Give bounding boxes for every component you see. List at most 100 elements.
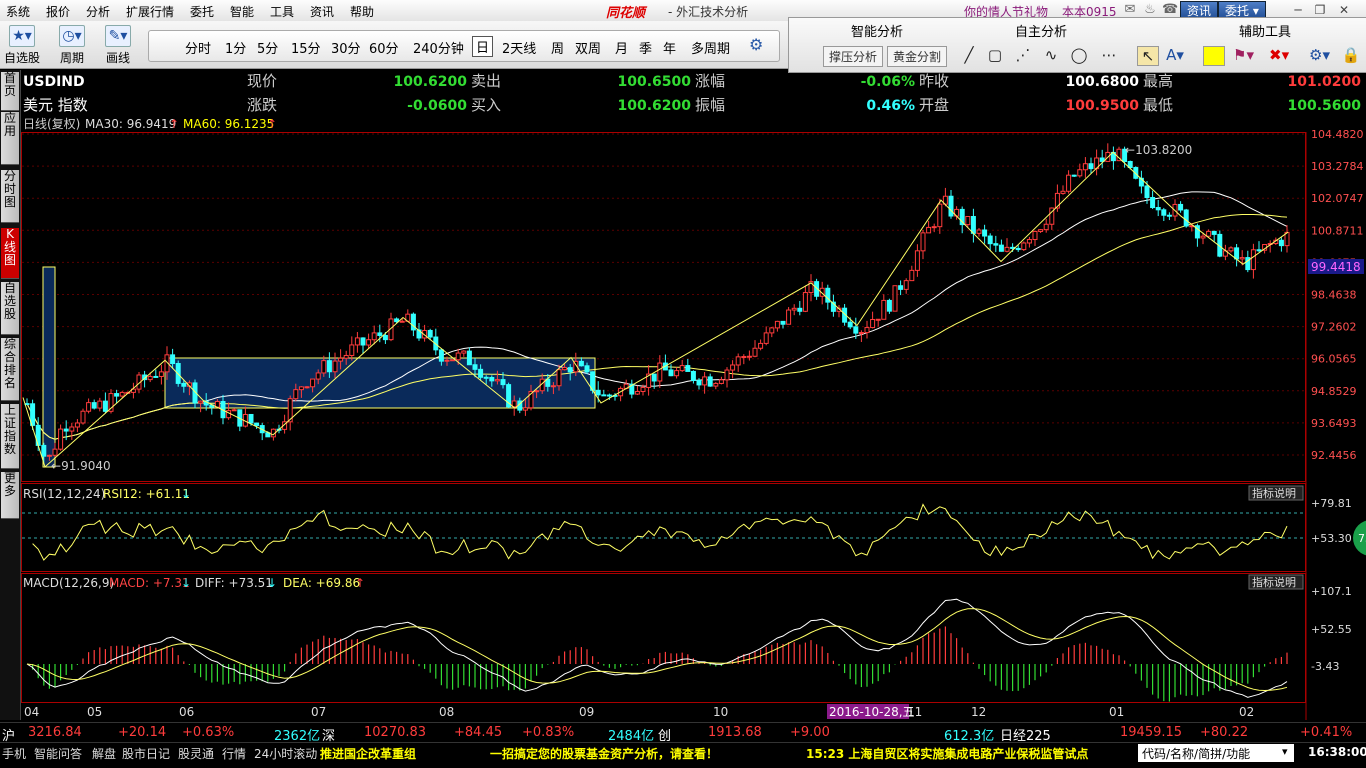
shirt-icon[interactable]: ♨ [1142, 2, 1158, 18]
candle-body [181, 382, 187, 387]
candle-body [758, 342, 764, 349]
chart-area[interactable]: USDIND 美元 指数 现价 100.6200 卖出 100.6500 涨幅 … [21, 70, 1366, 720]
candle-body [696, 379, 702, 386]
low-annotation: ←91.9040 [51, 459, 111, 473]
period-button[interactable]: ◷▾ 周期 [52, 25, 92, 66]
kline-chart[interactable]: USDIND 美元 指数 现价 100.6200 卖出 100.6500 涨幅 … [21, 70, 1366, 720]
period-week[interactable]: 周 [551, 38, 564, 57]
tab-kline[interactable]: K线图 [1, 228, 19, 279]
search-dropdown-icon[interactable]: ▾ [1282, 745, 1288, 758]
rsi-label: RSI(12,12,24) [23, 487, 105, 501]
candle-body [1239, 257, 1245, 260]
gift-icon[interactable]: ✉ [1122, 2, 1138, 18]
menu-smart[interactable]: 智能 [230, 3, 254, 20]
rolling-news-link[interactable]: 24小时滚动 [254, 745, 317, 762]
tab-ranking[interactable]: 综合排名 [1, 338, 19, 401]
menu-help[interactable]: 帮助 [350, 3, 374, 20]
bookmark-icon[interactable]: ⚑▾ [1233, 46, 1254, 64]
wave-tool-icon[interactable]: ∿ [1041, 46, 1061, 64]
more-tools-icon[interactable]: ⋯ [1099, 46, 1119, 64]
candle-body [321, 360, 327, 374]
settings-icon[interactable]: ⚙▾ [1309, 46, 1330, 64]
bottom-bar: 手机 智能问答 解盘 股市日记 股灵通 行情 24小时滚动 推进国企改革重组 一… [0, 742, 1366, 768]
circle-tool-icon[interactable]: ◯ [1069, 46, 1089, 64]
y-tick-label: 92.4456 [1311, 449, 1357, 462]
value-prev: 100.6800 [1065, 74, 1139, 90]
aux-tools-title[interactable]: 辅助工具 [1239, 21, 1291, 40]
candle-body [774, 320, 780, 329]
candle-body [1026, 239, 1032, 244]
period-timeshare[interactable]: 分时 [185, 38, 211, 57]
news-headline-1[interactable]: 推进国企改革重组 [320, 745, 416, 762]
channel-tool-icon[interactable]: ⋰ [1013, 46, 1033, 64]
smart-qa-link[interactable]: 智能问答 [34, 745, 82, 762]
left-sidebar: 首页 应用 分时图 K线图 自选股 综合排名 上证指数 更多 [0, 70, 21, 720]
cy-value[interactable]: 1913.68 [708, 725, 762, 740]
period-240m[interactable]: 240分钟 [413, 38, 464, 57]
delete-icon[interactable]: ✖▾ [1269, 46, 1289, 64]
text-tool-icon[interactable]: A▾ [1165, 46, 1185, 64]
menu-system[interactable]: 系统 [6, 3, 30, 20]
smart-analysis-title[interactable]: 智能分析 [851, 21, 903, 40]
color-swatch[interactable] [1203, 46, 1225, 66]
candle-body [427, 329, 433, 338]
period-30m[interactable]: 30分 [331, 38, 361, 57]
news-headline-3[interactable]: 15:23 上海自贸区将实施集成电路产业保税监管试点 [806, 745, 1088, 762]
tab-sh-index[interactable]: 上证指数 [1, 404, 19, 469]
sz-value[interactable]: 10270.83 [364, 725, 426, 740]
gear-icon[interactable]: ⚙ [749, 35, 763, 54]
close-icon[interactable]: ✕ [1336, 2, 1352, 18]
period-2day[interactable]: 2天线 [502, 38, 536, 57]
tab-more[interactable]: 更多 [1, 472, 19, 519]
stock-link[interactable]: 股灵通 [178, 745, 214, 762]
period-year[interactable]: 年 [663, 38, 676, 57]
lock-icon[interactable]: 🔒 [1341, 46, 1361, 64]
period-multi[interactable]: 多周期 [691, 38, 730, 57]
y-tick-label: 97.2602 [1311, 321, 1357, 334]
candle-body [1206, 230, 1212, 237]
rj-value[interactable]: 19459.15 [1120, 725, 1182, 740]
rect-tool-icon[interactable]: ▢ [985, 46, 1005, 64]
candle-body [338, 357, 344, 362]
minimize-icon[interactable]: ─ [1290, 2, 1306, 18]
support-resistance-button[interactable]: 撑压分析 [823, 46, 884, 67]
draw-button[interactable]: ✎▾ 画线 [98, 25, 138, 66]
candle-body [657, 362, 663, 382]
tab-home[interactable]: 首页 [1, 72, 19, 111]
diary-link[interactable]: 股市日记 [122, 745, 170, 762]
period-quarter[interactable]: 季 [639, 38, 652, 57]
self-analysis-title[interactable]: 自主分析 [1015, 21, 1067, 40]
analysis-link[interactable]: 解盘 [92, 745, 116, 762]
menu-trade[interactable]: 委托 [190, 3, 214, 20]
period-5m[interactable]: 5分 [257, 38, 278, 57]
golden-section-button[interactable]: 黄金分割 [887, 46, 948, 67]
self-select-button[interactable]: ★▾ 自选股 [2, 25, 42, 66]
candle-body [354, 337, 360, 346]
menu-ext-quote[interactable]: 扩展行情 [126, 3, 174, 20]
cursor-tool-icon[interactable]: ↖ [1137, 46, 1159, 66]
menu-quote[interactable]: 报价 [46, 3, 70, 20]
period-60m[interactable]: 60分 [369, 38, 399, 57]
tab-self-select[interactable]: 自选股 [1, 282, 19, 335]
menu-news[interactable]: 资讯 [310, 3, 334, 20]
period-month[interactable]: 月 [615, 38, 628, 57]
period-day[interactable]: 日 [472, 36, 494, 57]
menu-analysis[interactable]: 分析 [86, 3, 110, 20]
candle-body [634, 391, 640, 395]
chat-icon[interactable]: ☎ [1162, 2, 1178, 18]
news-headline-2[interactable]: 一招搞定您的股票基金资产分析，请查看！ [490, 745, 718, 762]
menu-tools[interactable]: 工具 [270, 3, 294, 20]
line-tool-icon[interactable]: ╱ [959, 46, 979, 64]
period-15m[interactable]: 15分 [291, 38, 321, 57]
tab-apps[interactable]: 应用 [1, 112, 19, 165]
mobile-link[interactable]: 手机 [2, 745, 26, 762]
period-1m[interactable]: 1分 [225, 38, 246, 57]
tab-timeshare[interactable]: 分时图 [1, 170, 19, 223]
period-biweek[interactable]: 双周 [575, 38, 601, 57]
search-input[interactable]: 代码/名称/简拼/功能 [1138, 744, 1294, 762]
candle-body [668, 369, 674, 377]
market-link[interactable]: 行情 [222, 745, 246, 762]
sh-value[interactable]: 3216.84 [28, 725, 82, 740]
maximize-icon[interactable]: ❐ [1312, 2, 1328, 18]
candle-body [97, 400, 103, 409]
